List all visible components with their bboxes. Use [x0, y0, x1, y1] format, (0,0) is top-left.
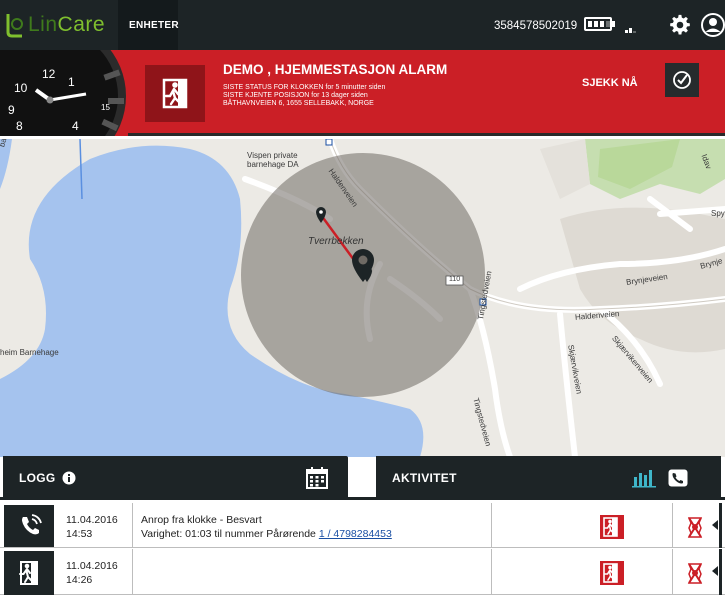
phone-filter-icon[interactable]: [668, 469, 688, 487]
info-icon[interactable]: [62, 471, 76, 485]
row-separator: [672, 503, 673, 548]
logo-text: LinCare: [28, 13, 106, 36]
map-label-vispen: Vispen private: [247, 151, 298, 160]
log-panel-header: LOGG: [3, 456, 348, 498]
alarm-address-line: BÅTHAVNVEIEN 6, 1655 SELLEBAKK, NORGE: [223, 100, 374, 107]
app-page: LinCare ENHETER 3584578502019 12 1 9 10 …: [0, 0, 725, 595]
logo-badge-icon: [6, 14, 23, 38]
check-now-button[interactable]: [665, 63, 699, 97]
log-row-datetime: 11.04.2016 14:53: [66, 513, 118, 541]
phone-icon: [22, 514, 42, 535]
map-label-spy: Spy: [711, 209, 725, 218]
map-label-barnehage-left: heim Barnehage: [0, 348, 59, 357]
contact-number-link[interactable]: 1 / 4798284453: [319, 528, 392, 540]
map-label-tverrbekken: Tverrbekken: [308, 236, 364, 247]
panel-divider: [0, 497, 725, 500]
row-separator: [132, 503, 133, 548]
check-now-label[interactable]: SJEKK NÅ: [582, 77, 638, 89]
lincare-logo[interactable]: LinCare: [4, 10, 114, 40]
emergency-exit-icon[interactable]: [600, 561, 624, 585]
map-label-barnehage: barnehage DA: [247, 160, 299, 169]
row-expand-arrow-icon[interactable]: [712, 566, 718, 576]
log-row-time: 14:26: [66, 574, 93, 586]
svg-text:1: 1: [68, 75, 75, 89]
exit-icon: [19, 561, 38, 585]
row-edge: [719, 549, 722, 595]
calendar-icon[interactable]: [306, 467, 328, 489]
log-row-detail: Varighet: 01:03 til nummer Pårørende 1 /…: [141, 528, 392, 540]
alarm-position-line: SISTE KJENTE POSISJON for 13 dager siden: [223, 92, 368, 99]
phone-number: 3584578502019: [494, 20, 578, 32]
log-panel-title: LOGG: [19, 471, 56, 485]
activity-panel-header: AKTIVITET: [376, 456, 721, 498]
alarm-status-line: SISTE STATUS FOR KLOKKEN for 5 minutter …: [223, 84, 386, 91]
emergency-exit-alarm-icon: [145, 65, 205, 122]
log-row[interactable]: 11.04.2016 14:26: [0, 549, 725, 595]
emergency-exit-icon[interactable]: [600, 515, 624, 539]
svg-text:4: 4: [72, 119, 79, 133]
row-expand-arrow-icon[interactable]: [712, 520, 718, 530]
row-type-icon-box: [4, 551, 54, 595]
log-row-datetime: 11.04.2016 14:26: [66, 559, 118, 587]
log-row-title: Anrop fra klokke - Besvart: [141, 514, 262, 526]
svg-text:10: 10: [14, 81, 28, 95]
row-separator: [672, 549, 673, 595]
map-canvas: [0, 139, 725, 457]
alarm-cancelled-icon[interactable]: [684, 515, 706, 539]
map-label-road-110: 110: [449, 276, 461, 283]
log-row-time: 14:53: [66, 528, 93, 540]
gear-icon[interactable]: [669, 14, 691, 36]
check-circle-icon: [673, 71, 691, 89]
battery-icon: [584, 17, 615, 31]
map-view[interactable]: Vispen private barnehage DA Haldenveien …: [0, 139, 725, 457]
row-edge: [719, 503, 722, 548]
log-row-date: 11.04.2016: [66, 560, 118, 572]
row-separator: [132, 549, 133, 595]
watch-image: 12 1 9 10 8 4 15: [0, 50, 128, 136]
svg-text:8: 8: [16, 119, 23, 133]
signal-strength-icon: [625, 25, 637, 33]
svg-text:15: 15: [101, 103, 110, 112]
user-profile-icon[interactable]: [701, 13, 725, 37]
alarm-cancelled-icon[interactable]: [684, 561, 706, 585]
log-row-date: 11.04.2016: [66, 514, 118, 526]
row-separator: [491, 503, 492, 548]
svg-text:9: 9: [8, 103, 15, 117]
alarm-title: DEMO , HJEMMESTASJON ALARM: [223, 62, 448, 77]
log-row[interactable]: 11.04.2016 14:53 Anrop fra klokke - Besv…: [0, 503, 725, 548]
row-type-icon-box: [4, 505, 54, 547]
nav-item-units[interactable]: ENHETER: [129, 20, 179, 31]
top-navigation-bar: LinCare ENHETER 3584578502019: [0, 0, 725, 50]
activity-chart-icon[interactable]: [632, 468, 656, 488]
row-separator: [491, 549, 492, 595]
alarm-banner: 12 1 9 10 8 4 15 DEMO , HJEMMESTASJON AL…: [0, 50, 725, 136]
svg-text:12: 12: [42, 67, 56, 81]
activity-panel-title: AKTIVITET: [392, 471, 457, 485]
log-row-description: Anrop fra klokke - Besvart Varighet: 01:…: [141, 513, 392, 541]
